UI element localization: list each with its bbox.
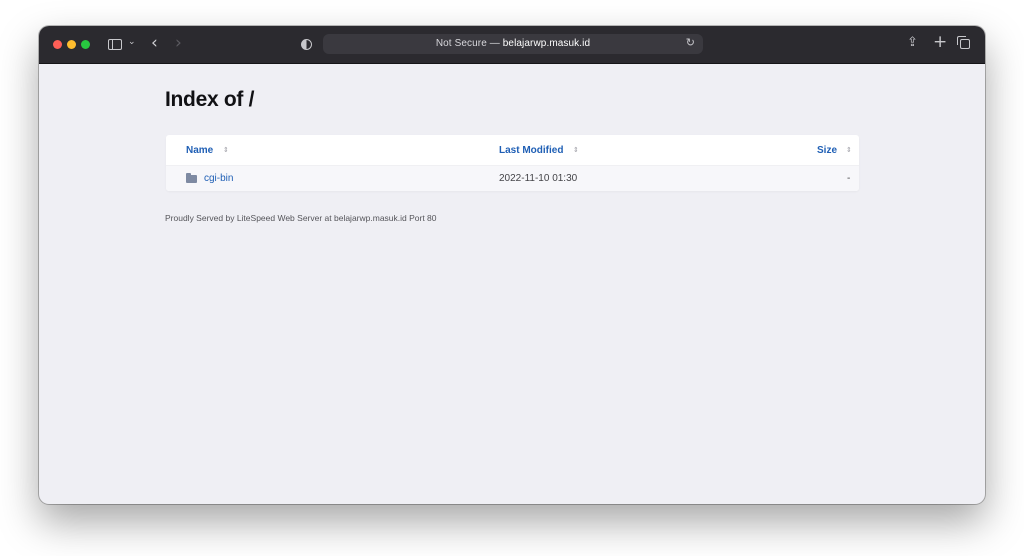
browser-window: ⌄ ‹ › Not Secure — belajarwp.masuk.id ↻ …	[39, 26, 985, 504]
zoom-window-button[interactable]	[81, 40, 90, 49]
page-content: Index of / Name ⇕ Last Modified ⇕ Size ⇕…	[39, 64, 985, 504]
address-bar[interactable]: Not Secure — belajarwp.masuk.id ↻	[323, 34, 703, 54]
table-header-row: Name ⇕ Last Modified ⇕ Size ⇕	[166, 135, 859, 166]
security-label: Not Secure	[435, 38, 487, 49]
browser-toolbar: ⌄ ‹ › Not Secure — belajarwp.masuk.id ↻ …	[39, 26, 985, 64]
forward-arrow-icon[interactable]: ›	[175, 33, 182, 53]
column-header-name[interactable]: Name	[186, 145, 213, 156]
reload-icon[interactable]: ↻	[686, 36, 695, 49]
chevron-down-icon[interactable]: ⌄	[128, 37, 136, 47]
column-header-last-modified[interactable]: Last Modified	[499, 145, 563, 156]
entry-size: -	[847, 173, 851, 184]
back-arrow-icon[interactable]: ‹	[151, 33, 158, 53]
plus-icon[interactable]: +	[933, 32, 947, 52]
address-separator: —	[489, 38, 500, 49]
directory-listing-table: Name ⇕ Last Modified ⇕ Size ⇕ cgi-bin 20…	[166, 135, 859, 191]
address-text: Not Secure — belajarwp.masuk.id	[323, 38, 703, 49]
page-title: Index of /	[165, 88, 255, 111]
entry-last-modified: 2022-11-10 01:30	[499, 173, 578, 184]
share-icon[interactable]: ⇪	[907, 35, 918, 50]
server-footer: Proudly Served by LiteSpeed Web Server a…	[165, 213, 437, 223]
sidebar-icon[interactable]	[108, 39, 122, 50]
column-header-size[interactable]: Size	[817, 145, 837, 156]
sort-arrows-icon[interactable]: ⇕	[223, 146, 229, 154]
sort-arrows-icon[interactable]: ⇕	[846, 146, 852, 154]
tab-overview-icon[interactable]	[957, 36, 970, 49]
close-window-button[interactable]	[53, 40, 62, 49]
minimize-window-button[interactable]	[67, 40, 76, 49]
entry-name-link[interactable]: cgi-bin	[204, 173, 233, 184]
folder-icon	[186, 173, 197, 183]
privacy-shield-icon[interactable]	[301, 39, 312, 50]
table-row: cgi-bin 2022-11-10 01:30 -	[166, 166, 859, 191]
address-host: belajarwp.masuk.id	[502, 38, 591, 49]
sort-arrows-icon[interactable]: ⇕	[573, 146, 579, 154]
